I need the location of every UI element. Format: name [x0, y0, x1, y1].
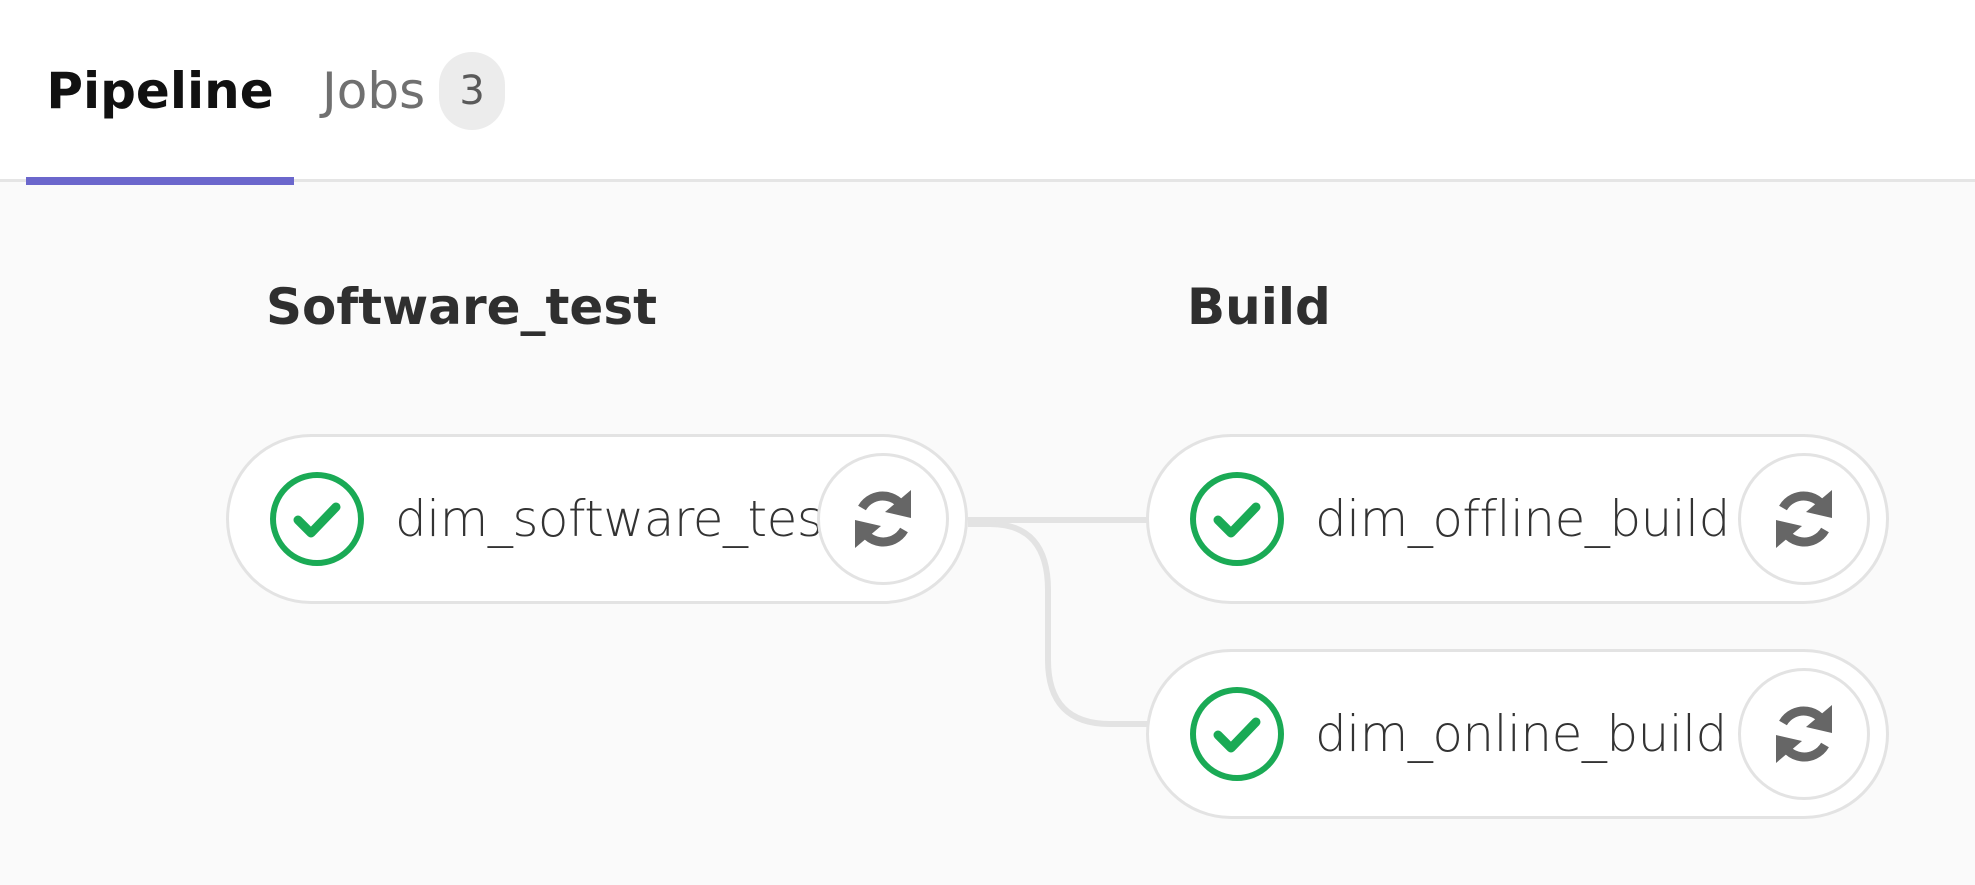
job-dim-online-build[interactable]: dim_online_build — [1146, 649, 1889, 819]
stage-title-build: Build — [1187, 278, 1331, 336]
retry-button[interactable] — [1738, 668, 1870, 800]
retry-icon — [1776, 705, 1832, 763]
check-circle-icon — [1190, 472, 1284, 566]
job-dim-software-test[interactable]: dim_software_test — [226, 434, 968, 604]
retry-button[interactable] — [1738, 453, 1870, 585]
job-name: dim_offline_build — [1315, 490, 1730, 548]
check-circle-icon — [1190, 687, 1284, 781]
job-name: dim_software_test — [395, 490, 842, 548]
retry-icon — [1776, 490, 1832, 548]
retry-icon — [855, 490, 911, 548]
retry-button[interactable] — [817, 453, 949, 585]
check-circle-icon — [270, 472, 364, 566]
job-dim-offline-build[interactable]: dim_offline_build — [1146, 434, 1889, 604]
stage-title-software-test: Software_test — [266, 278, 657, 336]
connector-software-to-online — [968, 521, 1150, 727]
job-name: dim_online_build — [1315, 705, 1727, 763]
